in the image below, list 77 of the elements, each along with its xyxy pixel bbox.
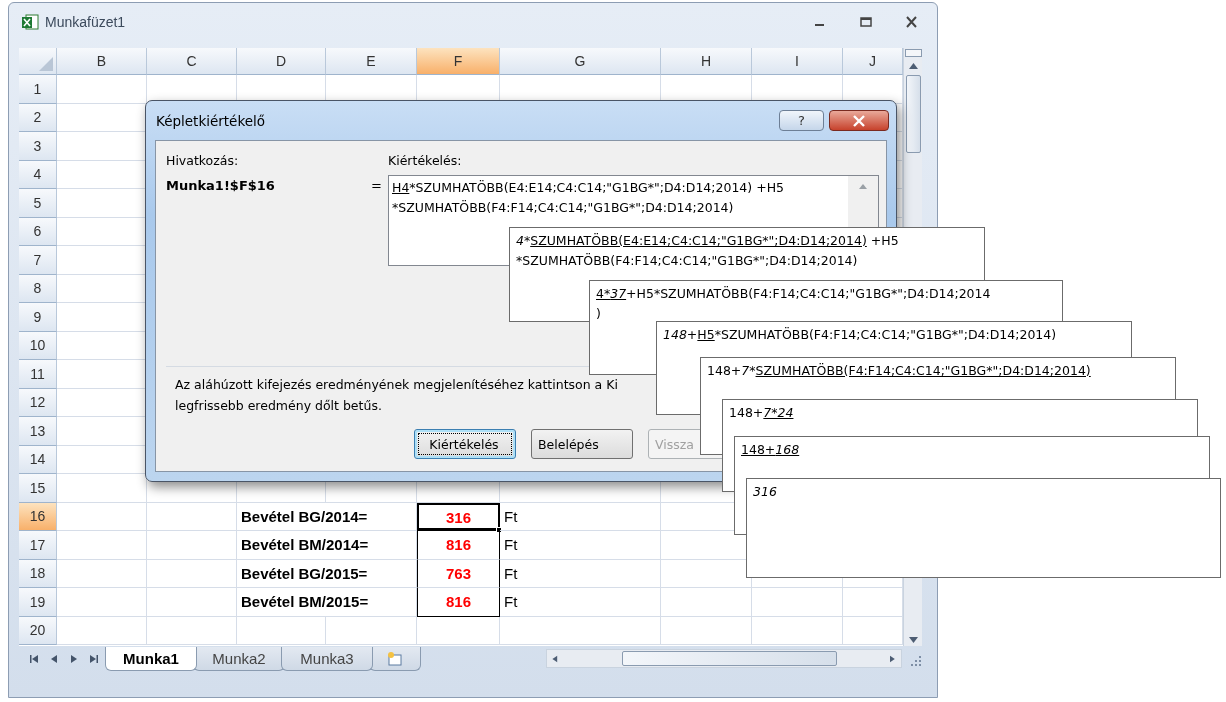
help-button[interactable]: ?	[779, 110, 824, 131]
resize-grip-icon[interactable]	[908, 653, 922, 667]
scrollbar-thumb[interactable]	[905, 75, 921, 153]
next-sheet-icon[interactable]	[69, 654, 78, 664]
formula-text: 148+7*SZUMHATÖBB(F4:F14;C4:C14;"G1BG*";D4:D14;2014)	[707, 362, 1091, 380]
formula-text: 4*SZUMHATÖBB(E4:E14;C4:C14;"G1BG*";D4:D14;2014) +H5 *SZUMHATÖBB(F4:F14;C4:C14;"G1BG*";D4:D14;2014)	[516, 232, 899, 270]
row-header[interactable]: 17	[19, 531, 57, 560]
info-text: legfrissebb eredmény dőlt betűs.	[175, 397, 382, 415]
first-sheet-icon[interactable]	[28, 654, 39, 664]
reference-label: Hivatkozás:	[166, 153, 240, 170]
column-header[interactable]: E	[326, 48, 417, 75]
column-header[interactable]: J	[843, 48, 903, 75]
row-header[interactable]: 16	[19, 502, 57, 531]
table-cell: Bevétel BM/2015=	[237, 588, 417, 617]
formula-text: 316	[753, 483, 777, 501]
cell-reference: Munka1!$F$16	[166, 177, 275, 193]
sheet-tab[interactable]: Munka3	[281, 647, 373, 671]
split-handle[interactable]	[904, 49, 922, 57]
row-header[interactable]: 11	[19, 360, 57, 389]
column-header[interactable]: G	[500, 48, 661, 75]
sheet-tab[interactable]: Munka2	[193, 647, 285, 671]
formula-text: 148+7*24	[729, 404, 794, 422]
dialog-button[interactable]: Kiértékelés	[414, 429, 516, 459]
row-header[interactable]: 3	[19, 132, 57, 161]
horizontal-scrollbar[interactable]	[546, 649, 902, 668]
row-header[interactable]: 6	[19, 217, 57, 246]
scrollbar-thumb[interactable]	[622, 651, 837, 666]
formula-text: 148+H5*SZUMHATÖBB(F4:F14;C4:C14;"G1BG*";D4:D14;2014)	[663, 326, 1057, 344]
last-sheet-icon[interactable]	[89, 654, 100, 664]
window-title: Munkafüzet1	[45, 14, 126, 30]
table-cell: 816	[417, 531, 500, 560]
spreadsheet-app-icon	[21, 13, 39, 31]
evaluation-label: Kiértékelés:	[388, 153, 463, 170]
table-cell: Ft	[500, 588, 661, 617]
sheet-tab[interactable]: Munka1	[105, 647, 197, 671]
row-header[interactable]: 13	[19, 417, 57, 446]
row-header[interactable]: 1	[19, 75, 57, 104]
table-cell: Bevétel BG/2015=	[237, 559, 417, 588]
row-header[interactable]: 19	[19, 588, 57, 617]
dialog-button[interactable]: Belelépés	[531, 429, 633, 459]
formula-text: H4*SZUMHATÖBB(E4:E14;C4:C14;"G1BG*";D4:D14;2014) +H5 *SZUMHATÖBB(F4:F14;C4:C14;"G1BG*";D4:D14;2014)	[392, 179, 784, 217]
row-header[interactable]: 4	[19, 160, 57, 189]
column-header[interactable]: H	[661, 48, 752, 75]
info-text: Az aláhúzott kifejezés eredményének megjelenítéséhez kattintson a Ki	[175, 376, 618, 394]
row-header[interactable]: 18	[19, 559, 57, 588]
row-header[interactable]: 9	[19, 303, 57, 332]
row-header[interactable]: 7	[19, 246, 57, 275]
column-header[interactable]: F	[417, 48, 500, 75]
table-cell: 816	[417, 588, 500, 617]
column-header[interactable]: B	[57, 48, 147, 75]
table-cell: Ft	[500, 531, 661, 560]
row-header[interactable]: 5	[19, 189, 57, 218]
table-cell: 763	[417, 559, 500, 588]
corner-triangle-icon	[39, 57, 53, 71]
close-button[interactable]	[829, 110, 889, 131]
insert-sheet-button[interactable]	[369, 647, 421, 671]
table-cell: Ft	[500, 502, 661, 531]
formula-text: 4*37+H5*SZUMHATÖBB(F4:F14;C4:C14;"G1BG*";D4:D14;2014 )	[596, 285, 991, 323]
row-header[interactable]: 14	[19, 445, 57, 474]
equals-sign: =	[371, 177, 382, 193]
close-icon	[852, 114, 866, 127]
row-header[interactable]: 15	[19, 474, 57, 503]
previous-sheet-icon[interactable]	[50, 654, 59, 664]
row-header[interactable]: 20	[19, 616, 57, 645]
new-sheet-icon	[386, 650, 404, 667]
row-header[interactable]: 12	[19, 388, 57, 417]
dialog-title: Képletkiértékelő	[156, 112, 266, 129]
row-header[interactable]: 8	[19, 274, 57, 303]
row-header[interactable]: 2	[19, 103, 57, 132]
table-cell: Bevétel BG/2014=	[237, 502, 417, 531]
column-header[interactable]: I	[752, 48, 843, 75]
table-cell: 316	[417, 502, 500, 531]
row-header[interactable]: 10	[19, 331, 57, 360]
table-cell: Bevétel BM/2014=	[237, 531, 417, 560]
column-header[interactable]: D	[237, 48, 326, 75]
table-cell: Ft	[500, 559, 661, 588]
column-header[interactable]: C	[147, 48, 237, 75]
